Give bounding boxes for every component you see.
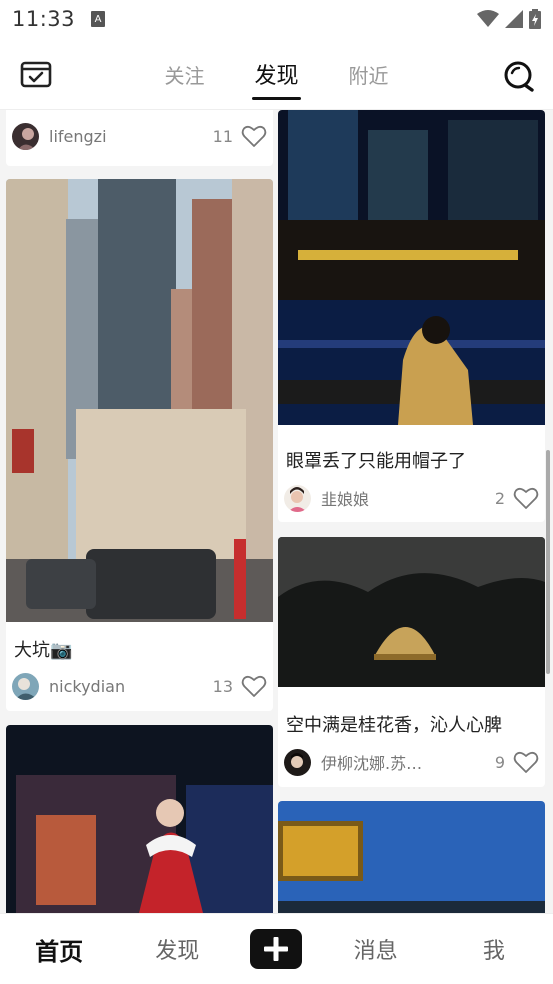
card-photo[interactable] xyxy=(278,801,545,913)
avatar[interactable] xyxy=(12,672,39,700)
top-nav: 关注 发现 附近 xyxy=(0,38,553,110)
avatar[interactable] xyxy=(12,122,39,150)
tab-discover[interactable]: 发现 xyxy=(252,58,301,100)
notification-icon: A xyxy=(91,11,106,27)
status-icons xyxy=(477,9,541,29)
avatar[interactable] xyxy=(284,748,311,776)
avatar[interactable] xyxy=(284,484,311,512)
card-title[interactable]: 眼罩丢了只能用帽子了 xyxy=(286,447,537,473)
tab-messages[interactable]: 消息 xyxy=(331,933,421,965)
plus-icon xyxy=(264,937,289,961)
status-bar: 11:33 A xyxy=(0,0,553,38)
add-post-button[interactable] xyxy=(250,929,303,969)
author-name[interactable]: 韭娘娘 xyxy=(321,486,495,510)
author-name[interactable]: 伊柳沈娜.苏… xyxy=(321,750,495,774)
feed-card[interactable]: 大坑📷 nickydian 13 xyxy=(6,179,273,711)
heart-icon[interactable] xyxy=(241,124,267,148)
card-title[interactable]: 空中满是桂花香，沁人心脾 xyxy=(286,711,537,737)
signal-icon xyxy=(505,10,523,28)
like-count: 11 xyxy=(212,126,233,146)
tab-me[interactable]: 我 xyxy=(449,933,539,965)
card-photo[interactable] xyxy=(278,537,545,687)
heart-icon[interactable] xyxy=(513,750,539,774)
tab-following[interactable]: 关注 xyxy=(162,60,206,89)
card-title[interactable]: 大坑📷 xyxy=(14,636,265,662)
card-meta: lifengzi 11 xyxy=(12,122,267,150)
tab-discover-bottom[interactable]: 发现 xyxy=(132,933,222,965)
author-name[interactable]: lifengzi xyxy=(49,127,213,146)
card-meta: 伊柳沈娜.苏… 9 xyxy=(284,748,539,776)
like-count: 9 xyxy=(494,752,505,772)
feed-tabs: 关注 发现 附近 xyxy=(0,38,553,110)
status-time: 11:33 xyxy=(12,7,76,31)
feed-card[interactable]: 眼罩丢了只能用帽子了 韭娘娘 2 xyxy=(278,110,545,522)
author-name[interactable]: nickydian xyxy=(49,677,213,696)
heart-icon[interactable] xyxy=(513,486,539,510)
feed-card[interactable]: lifengzi 11 xyxy=(6,110,273,166)
like-count: 13 xyxy=(212,676,233,696)
scrollbar[interactable] xyxy=(546,450,550,674)
tab-nearby[interactable]: 附近 xyxy=(347,60,391,89)
card-photo[interactable] xyxy=(6,179,273,622)
feed-card[interactable] xyxy=(278,801,545,913)
feed-card[interactable] xyxy=(6,725,273,913)
bottom-tab-bar: 首页 发现 消息 我 xyxy=(0,913,553,984)
like-count: 2 xyxy=(494,488,505,508)
card-meta: 韭娘娘 2 xyxy=(284,484,539,512)
battery-icon xyxy=(529,9,541,29)
card-photo[interactable] xyxy=(278,110,545,425)
tab-home[interactable]: 首页 xyxy=(14,932,104,967)
heart-icon[interactable] xyxy=(241,674,267,698)
wifi-icon xyxy=(477,10,499,27)
card-meta: nickydian 13 xyxy=(12,672,267,700)
feed-card[interactable]: 空中满是桂花香，沁人心脾 伊柳沈娜.苏… 9 xyxy=(278,537,545,787)
waterfall-feed: lifengzi 11 大坑📷 nickydian 13 眼罩丢了只能用帽子了 … xyxy=(0,110,553,913)
search-icon[interactable] xyxy=(503,60,535,92)
card-photo[interactable] xyxy=(6,725,273,913)
